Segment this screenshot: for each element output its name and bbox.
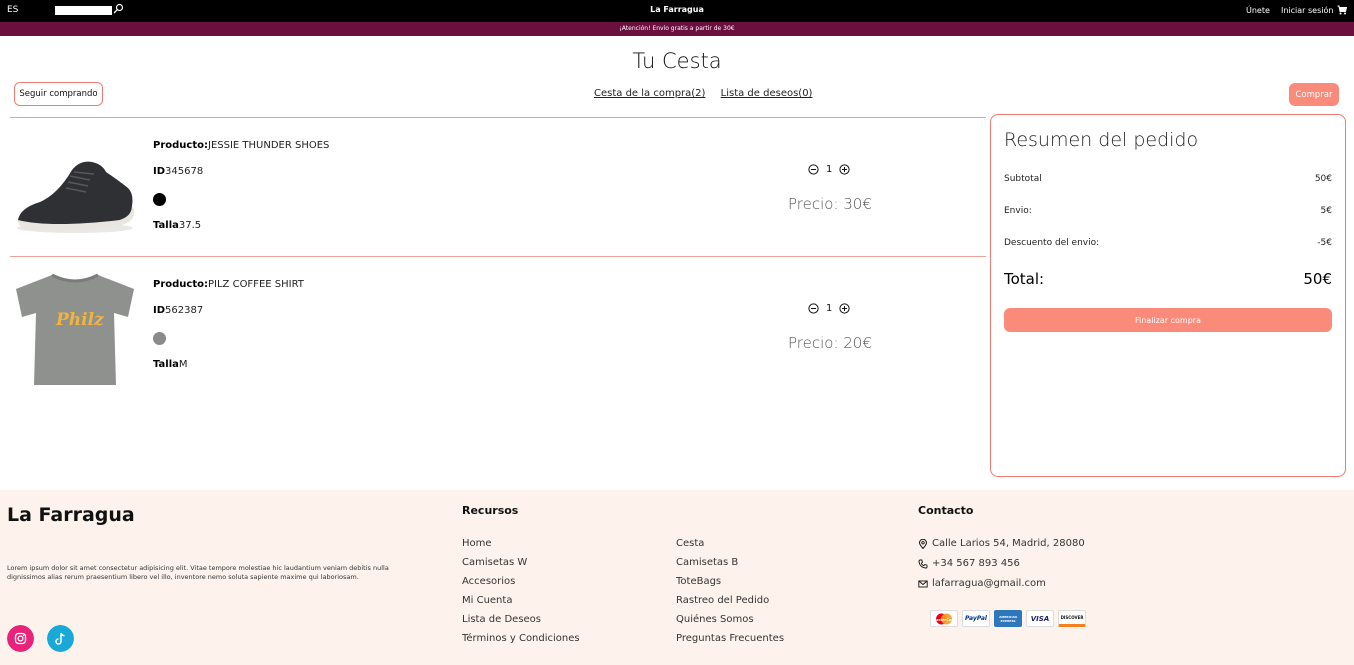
phone-icon (918, 559, 928, 568)
footer-link-quienes-somos[interactable]: Quiénes Somos (676, 614, 754, 625)
mastercard-icon: MasterCard (930, 610, 958, 627)
shipping-label: Envio: (1004, 206, 1032, 216)
cart-item: Philz Producto:PILZ COFFEE SHIRT ID56238… (10, 257, 986, 392)
shipping-row: Envio: 5€ (1004, 206, 1332, 216)
id-label: ID (153, 166, 166, 177)
cart-tabs: Cesta de la compra(2) Lista de deseos(0) (594, 88, 824, 99)
product-size: 37.5 (178, 220, 202, 231)
product-name: PILZ COFFEE SHIRT (208, 279, 304, 290)
size-label: Talla (153, 359, 179, 370)
footer-link-accesorios[interactable]: Accesorios (462, 576, 515, 587)
product-size: M (178, 359, 188, 370)
footer-link-home[interactable]: Home (462, 538, 492, 549)
footer: La Farragua Lorem ipsum dolor sit amet c… (0, 490, 1354, 665)
quantity-value: 1 (826, 303, 833, 314)
minus-icon[interactable] (808, 164, 819, 175)
location-pin-icon (918, 538, 928, 549)
buy-button[interactable]: Comprar (1289, 83, 1339, 106)
shipping-value: 5€ (1320, 206, 1332, 216)
id-label: ID (153, 305, 166, 316)
instagram-icon[interactable] (7, 625, 34, 652)
product-image-shoe[interactable] (10, 128, 140, 248)
page-title: Tu Cesta (632, 49, 722, 73)
language-selector[interactable]: ES (7, 5, 18, 15)
product-image-shirt[interactable]: Philz (10, 267, 140, 387)
quantity-value: 1 (826, 164, 833, 175)
product-price: Precio: 30€ (788, 195, 872, 213)
payment-methods: MasterCard PayPal AMERICAN EXPRESS VISA … (930, 610, 1090, 627)
footer-link-terminos[interactable]: Términos y Condiciones (462, 633, 580, 644)
email-text[interactable]: lafarragua@gmail.com (932, 578, 1046, 589)
tab-cart[interactable]: Cesta de la compra(2) (594, 88, 705, 99)
footer-description: Lorem ipsum dolor sit amet consectetur a… (7, 564, 389, 581)
tiktok-icon[interactable] (47, 625, 74, 652)
contact-title: Contacto (918, 504, 974, 517)
email-icon (918, 580, 928, 587)
address-text: Calle Larios 54, Madrid, 28080 (932, 538, 1085, 549)
footer-link-faq[interactable]: Preguntas Frecuentes (676, 633, 784, 644)
contact-phone: +34 567 893 456 (918, 558, 1020, 569)
tab-wishlist[interactable]: Lista de deseos(0) (721, 88, 813, 99)
cart-item: Producto:JESSIE THUNDER SHOES ID345678 T… (10, 118, 986, 253)
product-id: 562387 (165, 305, 204, 316)
discover-icon: DISCOVER (1058, 610, 1086, 627)
color-swatch (153, 332, 166, 345)
cart-icon[interactable] (1337, 5, 1347, 15)
discount-row: Descuento del envio: -5€ (1004, 238, 1332, 248)
brand-logo[interactable]: La Farragua (650, 5, 704, 14)
order-summary: Resumen del pedido Subtotal 50€ Envio: 5… (990, 114, 1346, 477)
paypal-icon: PayPal (962, 610, 990, 627)
footer-link-totebags[interactable]: ToteBags (676, 576, 721, 587)
announcement-bar: ¡Atención! Envío gratis a partir de 30€ (0, 22, 1354, 36)
subtotal-value: 50€ (1314, 174, 1332, 184)
size-label: Talla (153, 220, 179, 231)
product-label: Producto: (153, 279, 208, 290)
total-label: Total: (1004, 270, 1045, 288)
resources-title: Recursos (462, 504, 519, 517)
discount-label: Descuento del envio: (1004, 238, 1100, 248)
minus-icon[interactable] (808, 303, 819, 314)
footer-link-rastreo[interactable]: Rastreo del Pedido (676, 595, 769, 606)
plus-icon[interactable] (839, 303, 850, 314)
search-input[interactable] (55, 6, 112, 15)
summary-title: Resumen del pedido (1004, 129, 1199, 151)
plus-icon[interactable] (839, 164, 850, 175)
phone-text: +34 567 893 456 (932, 558, 1020, 569)
subtotal-row: Subtotal 50€ (1004, 174, 1332, 184)
product-price: Precio: 20€ (788, 334, 872, 352)
footer-link-mi-cuenta[interactable]: Mi Cuenta (462, 595, 512, 606)
footer-link-lista-deseos[interactable]: Lista de Deseos (462, 614, 541, 625)
login-link[interactable]: Iniciar sesión (1281, 6, 1333, 15)
search-icon[interactable] (112, 3, 124, 15)
quantity-stepper: 1 (808, 164, 850, 175)
discount-value: -5€ (1317, 238, 1332, 248)
footer-brand: La Farragua (7, 504, 135, 526)
subtotal-label: Subtotal (1004, 174, 1042, 184)
continue-shopping-button[interactable]: Seguir comprando (14, 82, 103, 106)
join-link[interactable]: Únete (1246, 6, 1270, 15)
top-bar: ES La Farragua Únete Iniciar sesión (0, 0, 1354, 22)
visa-icon: VISA (1026, 610, 1054, 627)
footer-link-camisetas-b[interactable]: Camisetas B (676, 557, 738, 568)
finish-order-button[interactable]: Finalizar compra (1004, 308, 1332, 332)
product-label: Producto: (153, 140, 208, 151)
quantity-stepper: 1 (808, 303, 850, 314)
product-name: JESSIE THUNDER SHOES (208, 140, 330, 151)
contact-email: lafarragua@gmail.com (918, 578, 1046, 589)
color-swatch (153, 193, 166, 206)
total-row: Total: 50€ (1004, 270, 1332, 288)
total-value: 50€ (1303, 270, 1332, 288)
contact-address: Calle Larios 54, Madrid, 28080 (918, 538, 1085, 549)
product-id: 345678 (165, 166, 204, 177)
svg-text:MasterCard: MasterCard (933, 618, 956, 622)
amex-icon: AMERICAN EXPRESS (994, 610, 1022, 627)
footer-link-cesta[interactable]: Cesta (676, 538, 704, 549)
svg-text:Philz: Philz (55, 310, 104, 330)
footer-link-camisetas-w[interactable]: Camisetas W (462, 557, 527, 568)
